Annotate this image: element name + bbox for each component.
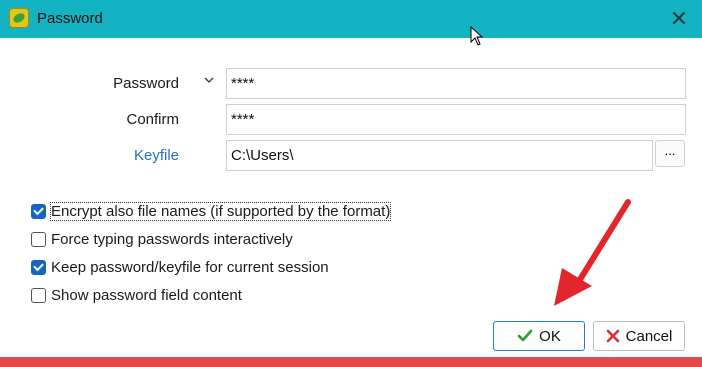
keep-password-checkbox[interactable] bbox=[31, 259, 46, 275]
keyfile-field[interactable]: C:\Users\ bbox=[226, 140, 653, 171]
cancel-button[interactable]: Cancel bbox=[593, 321, 685, 351]
option-label: Force typing passwords interactively bbox=[51, 230, 293, 248]
password-field[interactable]: **** bbox=[226, 68, 686, 99]
cancel-label: Cancel bbox=[625, 327, 673, 345]
confirm-label: Confirm bbox=[126, 111, 179, 128]
password-label: Password bbox=[113, 75, 179, 92]
close-button[interactable]: ✕ bbox=[666, 6, 692, 32]
title-bar: Password ✕ bbox=[0, 0, 702, 38]
option-force-typing[interactable]: Force typing passwords interactively bbox=[31, 228, 293, 250]
window-title: Password bbox=[37, 10, 103, 27]
browse-button[interactable]: ... bbox=[655, 140, 685, 167]
option-show-password[interactable]: Show password field content bbox=[31, 284, 242, 306]
encrypt-filenames-checkbox[interactable] bbox=[31, 203, 46, 219]
option-encrypt-filenames[interactable]: Encrypt also file names (if supported by… bbox=[31, 200, 392, 222]
chevron-down-icon[interactable] bbox=[203, 74, 215, 86]
option-label: Keep password/keyfile for current sessio… bbox=[51, 258, 329, 276]
option-label: Show password field content bbox=[51, 286, 242, 304]
bottom-bar bbox=[0, 357, 702, 367]
confirm-field[interactable]: **** bbox=[226, 104, 686, 135]
ok-label: OK bbox=[539, 327, 561, 345]
app-icon bbox=[9, 8, 29, 28]
mouse-cursor-icon bbox=[470, 26, 484, 46]
ok-button[interactable]: OK bbox=[493, 321, 585, 351]
annotation-arrow-icon bbox=[554, 199, 631, 306]
cross-icon bbox=[606, 329, 619, 343]
show-password-checkbox[interactable] bbox=[31, 287, 46, 303]
option-keep-password[interactable]: Keep password/keyfile for current sessio… bbox=[31, 256, 329, 278]
force-typing-checkbox[interactable] bbox=[31, 231, 46, 247]
checkmark-icon bbox=[517, 329, 533, 342]
keyfile-link[interactable]: Keyfile bbox=[100, 147, 179, 164]
option-label: Encrypt also file names (if supported by… bbox=[49, 201, 392, 221]
